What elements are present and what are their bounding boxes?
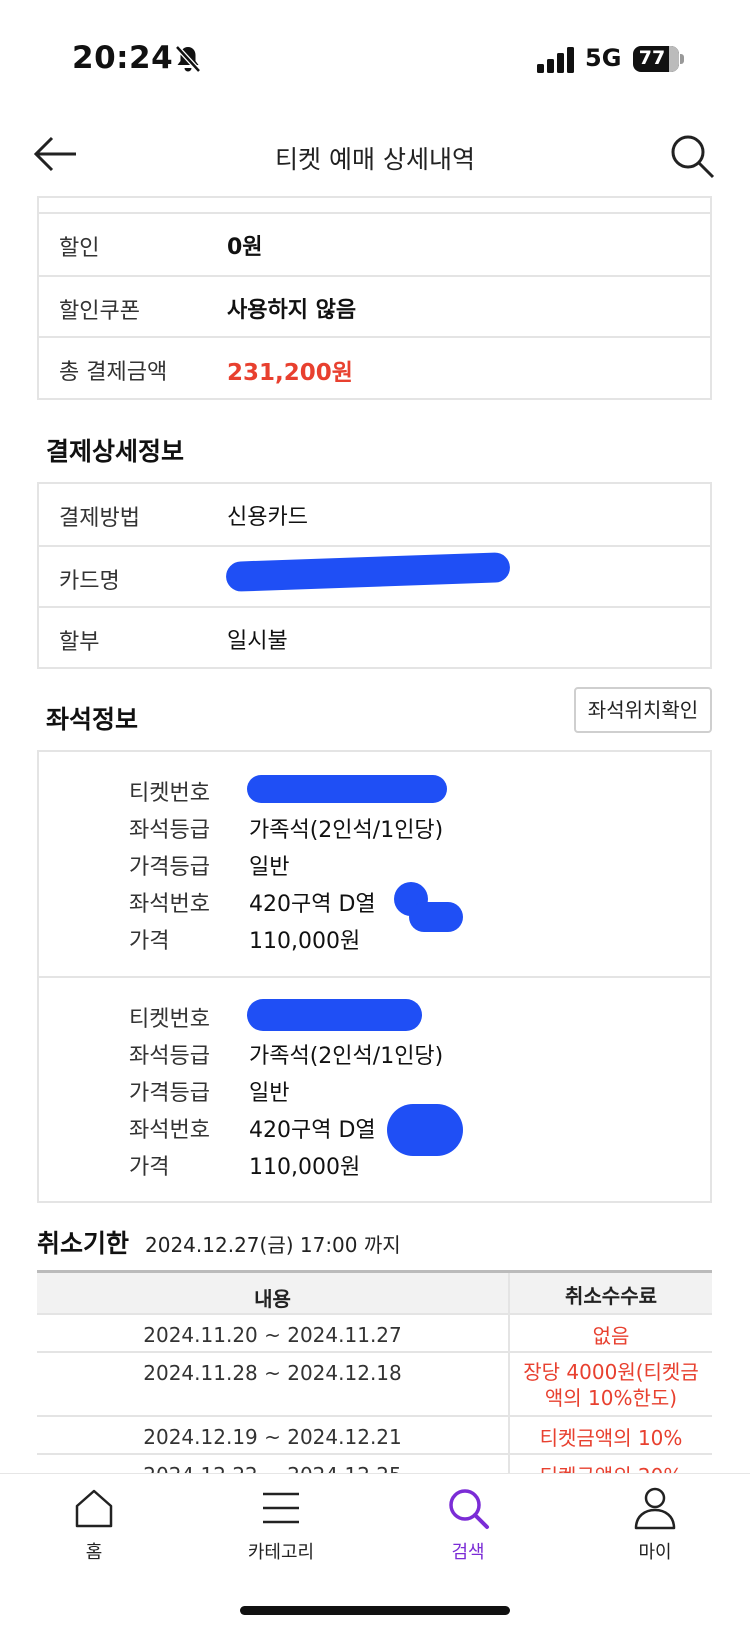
tab-my[interactable]: 마이 [595, 1474, 715, 1584]
ticket-label: 가격등급 [129, 855, 210, 880]
ticket-line: 좌석번호 420구역 D열 [129, 882, 689, 932]
ticket-label: 가격 [129, 929, 170, 954]
ticket-label: 티켓번호 [129, 1007, 210, 1032]
ticket-label: 좌석번호 [129, 892, 210, 917]
price-grade: 일반 [249, 855, 290, 880]
battery-icon: 77 [633, 46, 685, 72]
detail-value: 일시불 [227, 629, 288, 654]
summary-label: 총 결제금액 [59, 360, 168, 385]
payment-detail-box: 결제방법 신용카드 카드명 할부 일시불 [37, 482, 712, 669]
search-icon [449, 1489, 489, 1529]
ticket-price: 110,000원 [249, 1155, 361, 1180]
ticket-label: 가격등급 [129, 1081, 210, 1106]
payment-summary-box: 할인 0원 할인쿠폰 사용하지 않음 총 결제금액 231,200원 [37, 196, 712, 400]
ticket-label: 좌석등급 [129, 1044, 210, 1069]
ticket-line: 가격 110,000원 [129, 923, 689, 959]
cancel-fee-table: 내용 취소수수료 2024.11.20 ~ 2024.11.27 없음 2024… [37, 1270, 712, 1493]
ticket-line: 가격 110,000원 [129, 1149, 689, 1185]
detail-value: 신용카드 [227, 505, 308, 530]
total-amount: 231,200원 [227, 360, 353, 386]
detail-label: 할부 [59, 630, 100, 655]
summary-value: 0원 [227, 235, 263, 260]
summary-label: 할인쿠폰 [59, 299, 140, 324]
tab-label: 검색 [451, 1542, 485, 1563]
table-row: 2024.11.28 ~ 2024.12.18 장당 4000원(티켓금액의 1… [37, 1353, 712, 1417]
ticket-label: 티켓번호 [129, 781, 210, 806]
summary-row-total: 총 결제금액 231,200원 [39, 336, 710, 397]
price-grade: 일반 [249, 1081, 290, 1106]
home-icon [75, 1489, 113, 1528]
cancel-fee: 티켓금액의 10% [508, 1417, 712, 1453]
detail-row-installment: 할부 일시불 [39, 606, 710, 667]
seat-location-button[interactable]: 좌석위치확인 [574, 687, 712, 733]
ticket-line: 좌석번호 420구역 D열 [129, 1104, 689, 1156]
seat-number: 420구역 D열 [249, 1118, 376, 1143]
seat-grade: 가족석(2인석/1인당) [249, 1044, 444, 1069]
bell-muted-icon [175, 45, 201, 73]
seat-info-box: 티켓번호 좌석등급 가족석(2인석/1인당) 가격등급 일반 좌석번호 420구… [37, 750, 712, 1203]
summary-row-discount: 할인 0원 [39, 214, 710, 275]
table-header-row: 내용 취소수수료 [37, 1273, 712, 1315]
tab-label: 카테고리 [247, 1542, 315, 1563]
cancel-deadline-date: 2024.12.27(금) 17:00 까지 [145, 1233, 401, 1257]
menu-icon [263, 1492, 299, 1524]
ticket-label: 좌석번호 [129, 1118, 210, 1143]
profile-icon [634, 1487, 676, 1530]
table-row: 2024.12.19 ~ 2024.12.21 티켓금액의 10% [37, 1417, 712, 1455]
ticket-line: 가격등급 일반 [129, 849, 689, 885]
ticket-line: 좌석등급 가족석(2인석/1인당) [129, 1038, 689, 1074]
summary-row-coupon: 할인쿠폰 사용하지 않음 [39, 275, 710, 336]
detail-row-method: 결제방법 신용카드 [39, 484, 710, 545]
redaction-scribble [247, 775, 447, 803]
tab-label: 홈 [85, 1542, 103, 1563]
ticket-item: 티켓번호 좌석등급 가족석(2인석/1인당) 가격등급 일반 좌석번호 420구… [39, 752, 710, 976]
ticket-line: 티켓번호 [129, 775, 689, 811]
cancel-period: 2024.11.20 ~ 2024.11.27 [143, 1323, 402, 1347]
tab-search[interactable]: 검색 [408, 1474, 528, 1584]
cancel-period: 2024.12.19 ~ 2024.12.21 [143, 1425, 402, 1449]
cancel-deadline-title: 취소기한 [37, 1229, 130, 1258]
search-icon[interactable] [668, 132, 716, 180]
page-title: 티켓 예매 상세내역 [275, 145, 475, 174]
network-type: 5G [585, 44, 622, 72]
redaction-scribble [225, 552, 511, 592]
status-time: 20:24 [72, 40, 174, 76]
cancel-fee: 없음 [508, 1315, 712, 1351]
signal-icon [537, 47, 574, 73]
table-row: 2024.11.20 ~ 2024.11.27 없음 [37, 1315, 712, 1353]
ticket-line: 티켓번호 [129, 999, 689, 1037]
home-indicator [240, 1606, 510, 1615]
status-bar: 20:24 5G 77 [0, 0, 750, 110]
seat-info-title: 좌석정보 [46, 705, 139, 734]
seat-number: 420구역 D열 [249, 892, 376, 917]
ticket-item: 티켓번호 좌석등급 가족석(2인석/1인당) 가격등급 일반 좌석번호 420구… [39, 976, 710, 1200]
ticket-price: 110,000원 [249, 929, 361, 954]
detail-row-card: 카드명 [39, 545, 710, 606]
ticket-label: 좌석등급 [129, 818, 210, 843]
ticket-line: 좌석등급 가족석(2인석/1인당) [129, 812, 689, 848]
redaction-scribble [247, 999, 422, 1031]
detail-label: 카드명 [59, 569, 120, 594]
cancel-period: 2024.11.28 ~ 2024.12.18 [143, 1361, 402, 1385]
tab-home[interactable]: 홈 [34, 1474, 154, 1584]
cancel-fee: 장당 4000원(티켓금액의 10%한도) [508, 1353, 712, 1415]
detail-label: 결제방법 [59, 506, 140, 531]
summary-label: 할인 [59, 236, 100, 261]
tab-label: 마이 [638, 1542, 672, 1563]
battery-level: 77 [638, 47, 666, 69]
ticket-label: 가격 [129, 1155, 170, 1180]
table-header: 내용 [254, 1287, 291, 1311]
tab-category[interactable]: 카테고리 [221, 1474, 341, 1584]
summary-value: 사용하지 않음 [227, 298, 357, 323]
top-header: 티켓 예매 상세내역 [0, 110, 750, 200]
payment-detail-title: 결제상세정보 [46, 437, 185, 466]
seat-grade: 가족석(2인석/1인당) [249, 818, 444, 843]
table-header: 취소수수료 [508, 1273, 712, 1313]
